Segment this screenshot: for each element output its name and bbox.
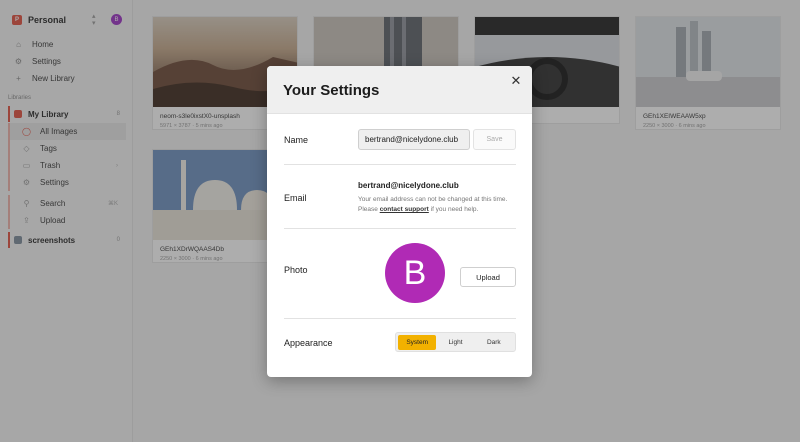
appearance-label: Appearance <box>284 338 333 348</box>
contact-support-link[interactable]: contact support <box>380 206 429 213</box>
email-note-text: if you need help. <box>428 206 479 213</box>
modal-header: Your Settings ✕ <box>267 66 532 114</box>
close-icon[interactable]: ✕ <box>510 74 522 87</box>
save-button[interactable]: Save <box>473 129 516 150</box>
email-label: Email <box>284 193 307 203</box>
divider <box>284 228 516 229</box>
name-label: Name <box>284 135 309 145</box>
photo-label: Photo <box>284 265 308 275</box>
name-field[interactable] <box>358 129 470 150</box>
settings-modal: Your Settings ✕ Name Save Email bertrand… <box>267 66 532 377</box>
upload-photo-button[interactable]: Upload <box>460 267 516 287</box>
profile-photo-avatar: B <box>385 243 445 303</box>
email-value: bertrand@nicelydone.club <box>358 181 459 190</box>
divider <box>284 164 516 165</box>
appearance-option-dark[interactable]: Dark <box>475 335 513 350</box>
divider <box>284 318 516 319</box>
email-note: Your email address can not be changed at… <box>358 195 513 215</box>
appearance-option-system[interactable]: System <box>398 334 437 350</box>
appearance-toggle: System Light Dark <box>395 332 516 352</box>
appearance-option-light[interactable]: Light <box>436 335 474 350</box>
modal-title: Your Settings <box>283 82 380 99</box>
